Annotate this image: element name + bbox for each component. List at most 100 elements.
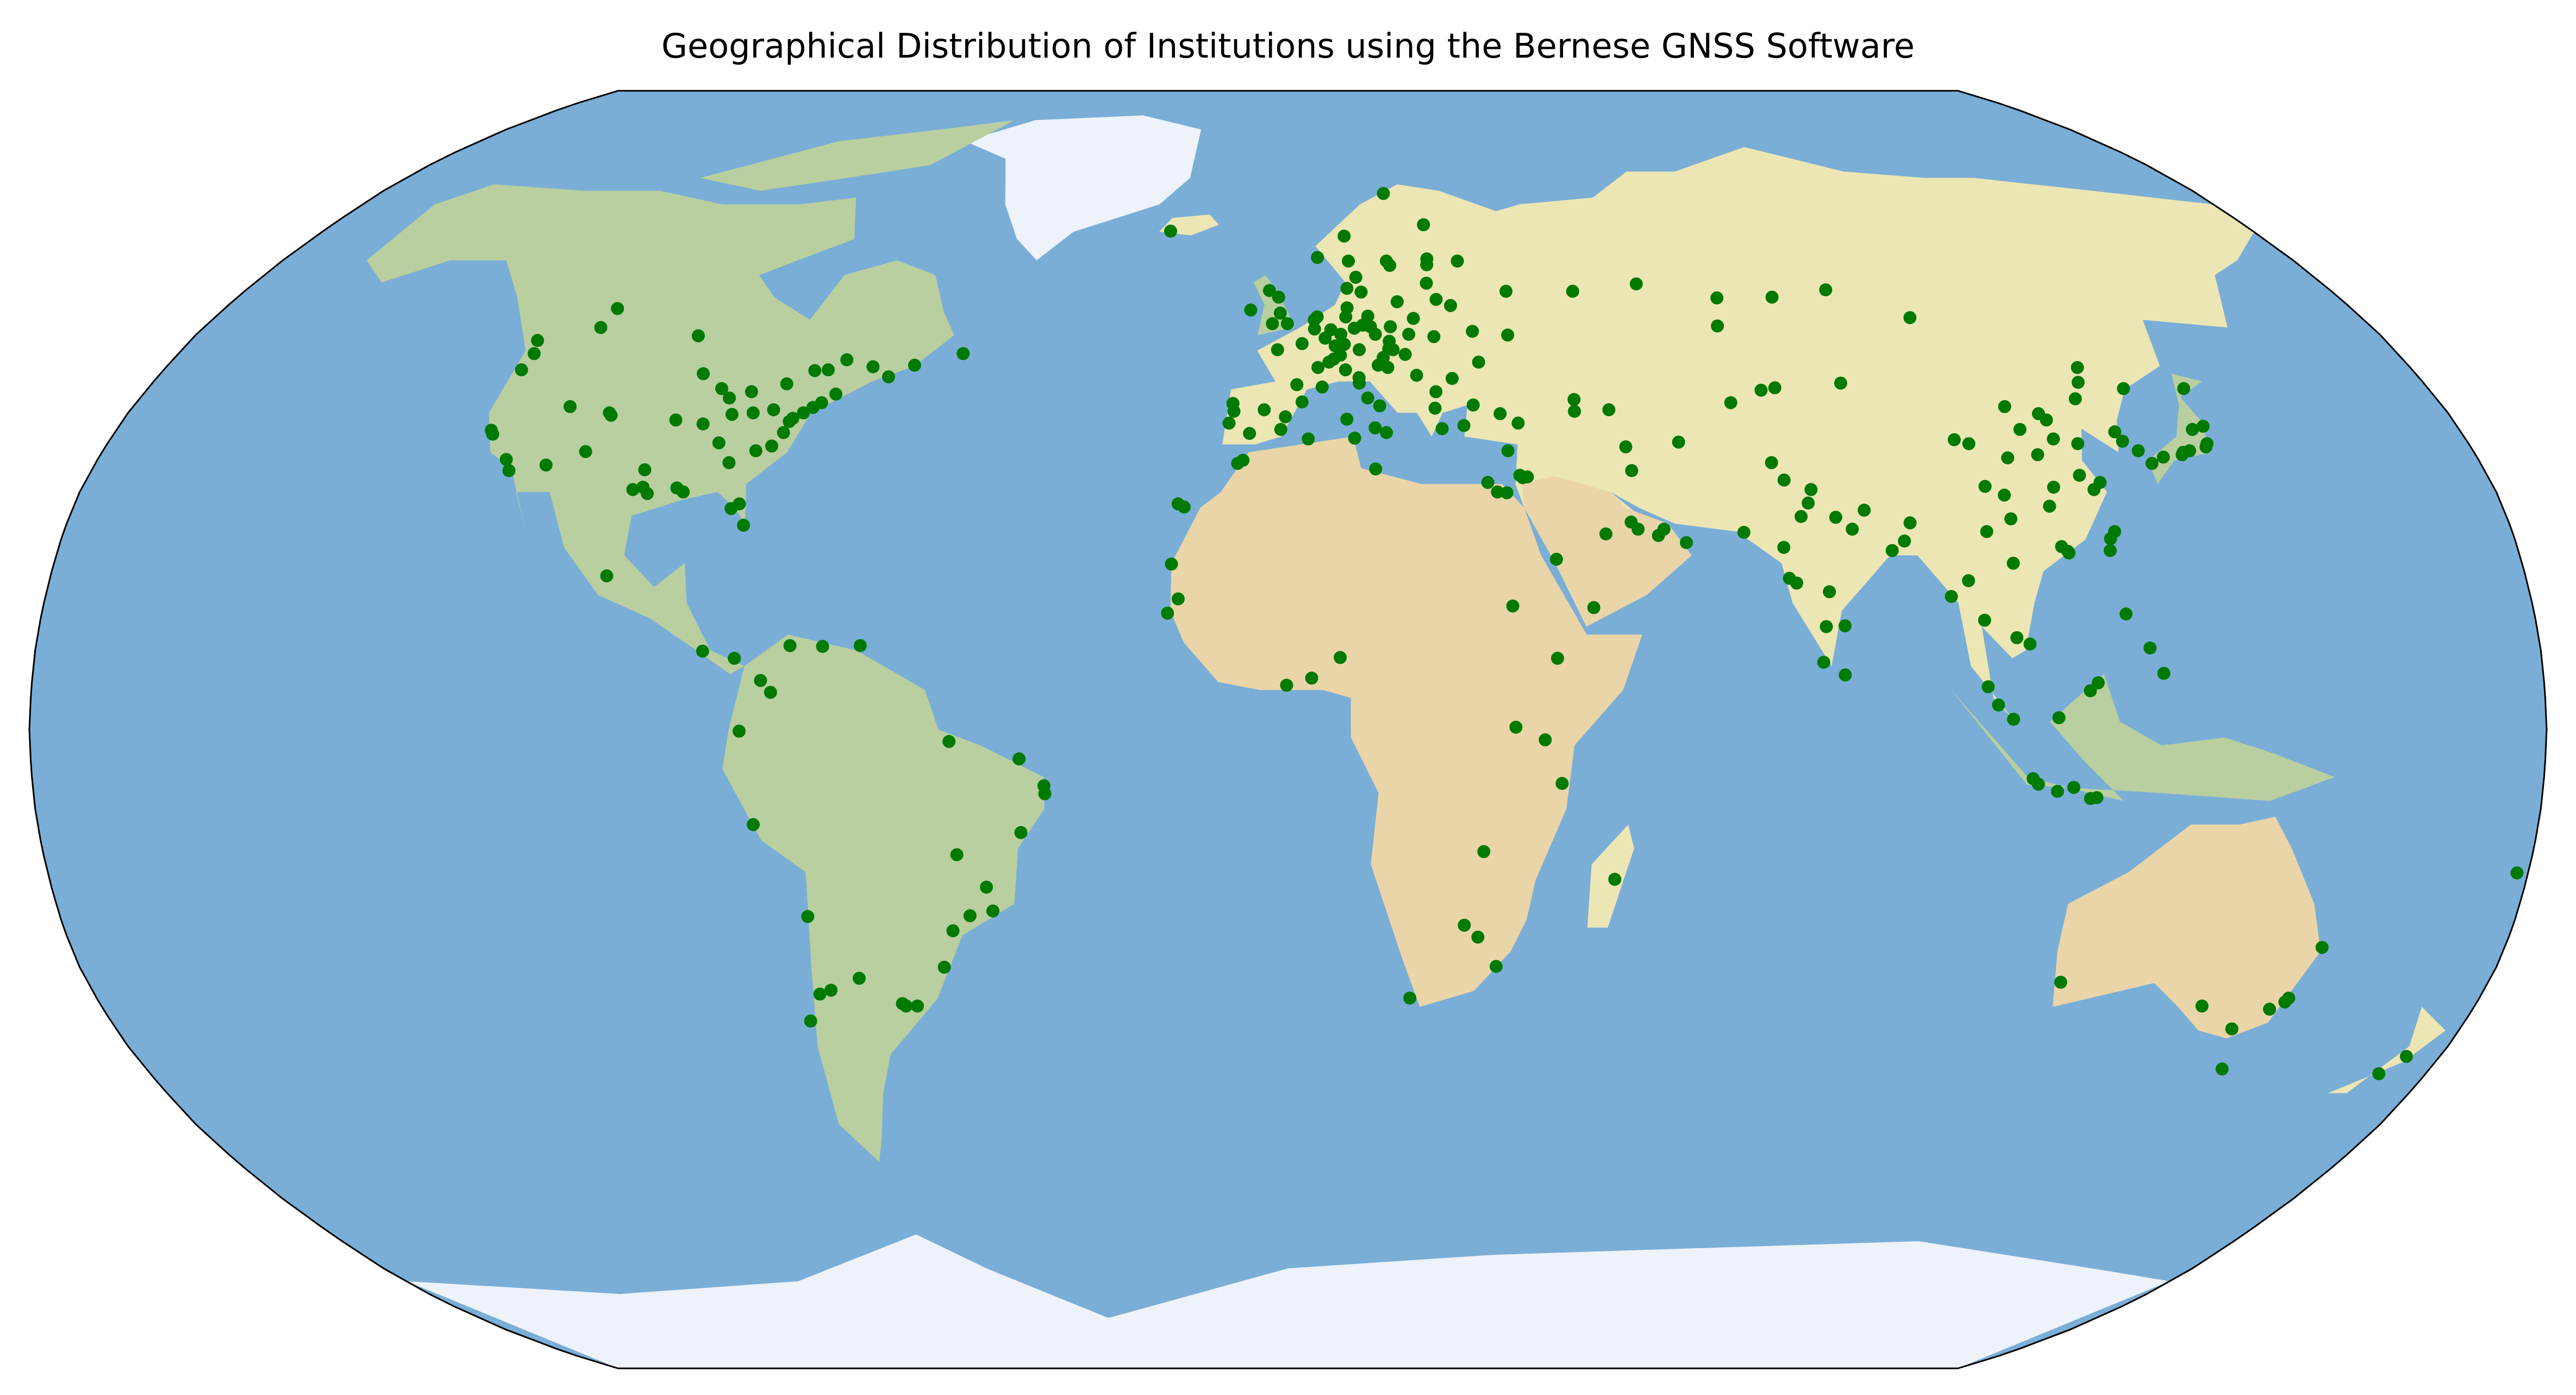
institution-marker bbox=[486, 427, 499, 441]
institution-marker bbox=[2131, 444, 2145, 458]
institution-marker bbox=[2010, 631, 2024, 644]
institution-marker bbox=[822, 363, 835, 377]
institution-marker bbox=[1390, 295, 1404, 308]
institution-marker bbox=[764, 686, 777, 699]
institution-marker bbox=[1384, 320, 1397, 333]
institution-marker bbox=[1625, 464, 1639, 477]
institution-marker bbox=[2143, 641, 2157, 655]
institution-marker bbox=[1420, 276, 1433, 290]
institution-marker bbox=[853, 639, 867, 652]
institution-marker bbox=[829, 387, 843, 401]
institution-marker bbox=[1356, 319, 1370, 332]
institution-marker bbox=[1271, 343, 1284, 357]
institution-marker bbox=[2007, 713, 2021, 726]
institution-marker bbox=[1777, 474, 1791, 487]
institution-marker bbox=[1369, 462, 1383, 476]
institution-marker bbox=[1839, 619, 1852, 633]
institution-marker bbox=[725, 408, 739, 421]
institution-marker bbox=[1550, 552, 1563, 566]
institution-marker bbox=[1602, 403, 1616, 416]
institution-marker bbox=[692, 329, 705, 342]
institution-marker bbox=[2071, 361, 2084, 374]
institution-marker bbox=[840, 353, 854, 366]
institution-marker bbox=[604, 408, 618, 422]
institution-marker bbox=[2047, 481, 2060, 494]
institution-marker bbox=[696, 417, 710, 431]
institution-marker bbox=[911, 999, 924, 1013]
institution-marker bbox=[1280, 317, 1294, 331]
institution-marker bbox=[669, 413, 683, 427]
institution-marker bbox=[499, 453, 513, 466]
institution-marker bbox=[765, 439, 778, 453]
institution-marker bbox=[1903, 516, 1917, 530]
institution-marker bbox=[1858, 503, 1871, 517]
institution-marker bbox=[1274, 422, 1287, 436]
institution-marker bbox=[2073, 469, 2086, 482]
institution-marker bbox=[2278, 995, 2292, 1009]
institution-marker bbox=[579, 445, 592, 458]
institution-marker bbox=[1539, 733, 1552, 746]
institution-marker bbox=[2195, 999, 2209, 1013]
institution-marker bbox=[2061, 545, 2075, 558]
institution-marker bbox=[1457, 419, 1471, 432]
institution-marker bbox=[1444, 299, 1458, 312]
institution-marker bbox=[1308, 313, 1321, 327]
institution-marker bbox=[722, 456, 736, 469]
institution-marker bbox=[1737, 526, 1750, 539]
institution-marker bbox=[697, 367, 710, 381]
institution-marker bbox=[1795, 510, 1808, 524]
institution-marker bbox=[1947, 433, 1961, 446]
institution-marker bbox=[1171, 497, 1185, 510]
institution-marker bbox=[1380, 254, 1393, 268]
institution-marker bbox=[813, 987, 827, 1001]
institution-marker bbox=[1380, 426, 1393, 439]
institution-marker bbox=[2023, 637, 2037, 651]
institution-marker bbox=[801, 910, 815, 923]
institution-marker bbox=[1368, 327, 1382, 341]
institution-marker bbox=[1978, 613, 1991, 627]
institution-marker bbox=[2183, 444, 2196, 458]
institution-marker bbox=[1244, 303, 1258, 317]
institution-marker bbox=[2087, 483, 2101, 496]
institution-marker bbox=[712, 436, 726, 450]
institution-marker bbox=[594, 321, 608, 334]
institution-marker bbox=[2013, 422, 2027, 436]
institution-marker bbox=[2004, 512, 2018, 526]
institution-marker bbox=[733, 724, 746, 738]
institution-marker bbox=[1493, 407, 1507, 420]
institution-marker bbox=[1768, 381, 1781, 395]
institution-marker bbox=[1171, 592, 1185, 606]
institution-marker bbox=[1765, 290, 1779, 304]
institution-marker bbox=[1980, 525, 1993, 538]
institution-marker bbox=[1435, 422, 1449, 435]
institution-marker bbox=[2068, 392, 2082, 406]
institution-marker bbox=[1829, 510, 1842, 524]
institution-marker bbox=[1236, 453, 1250, 467]
institution-marker bbox=[2399, 1050, 2413, 1063]
institution-marker bbox=[564, 400, 577, 413]
institution-marker bbox=[1724, 396, 1737, 409]
institution-marker bbox=[1599, 527, 1612, 541]
institution-marker bbox=[1429, 292, 1443, 306]
institution-marker bbox=[956, 347, 970, 360]
institution-marker bbox=[1501, 328, 1515, 342]
institution-marker bbox=[1998, 400, 2011, 413]
institution-marker bbox=[1398, 347, 1412, 361]
institution-marker bbox=[1339, 310, 1353, 323]
institution-marker bbox=[1619, 440, 1633, 453]
institution-marker bbox=[1450, 254, 1464, 268]
institution-marker bbox=[1631, 522, 1645, 536]
world-map bbox=[28, 90, 2548, 1369]
institution-marker bbox=[767, 403, 780, 416]
institution-marker bbox=[1161, 606, 1174, 620]
institution-marker bbox=[1490, 960, 1503, 973]
institution-marker bbox=[1348, 431, 1361, 445]
institution-marker bbox=[1361, 391, 1374, 405]
institution-marker bbox=[1629, 277, 1643, 291]
institution-marker bbox=[1340, 413, 1354, 426]
institution-marker bbox=[2156, 450, 2170, 464]
institution-marker bbox=[2047, 432, 2060, 446]
institution-marker bbox=[777, 426, 790, 439]
institution-marker bbox=[1481, 476, 1495, 489]
institution-marker bbox=[2050, 784, 2064, 798]
